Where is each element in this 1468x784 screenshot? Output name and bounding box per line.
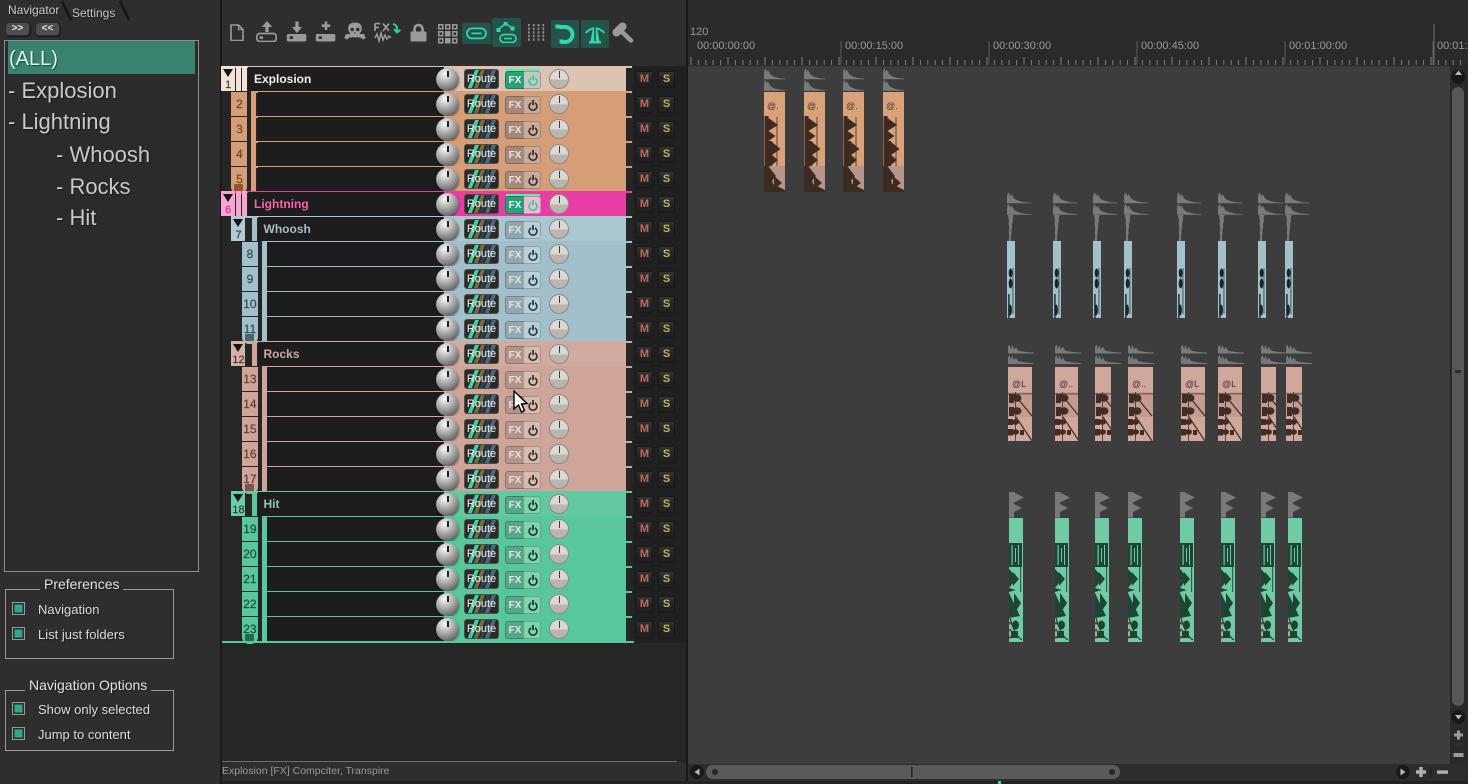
svg-text:@..: @..	[1059, 379, 1073, 389]
svg-text:@L: @L	[1185, 379, 1199, 389]
svg-text:@L: @L	[1222, 379, 1236, 389]
svg-text:@L: @L	[1012, 379, 1026, 389]
svg-text:@..: @..	[1132, 379, 1146, 389]
